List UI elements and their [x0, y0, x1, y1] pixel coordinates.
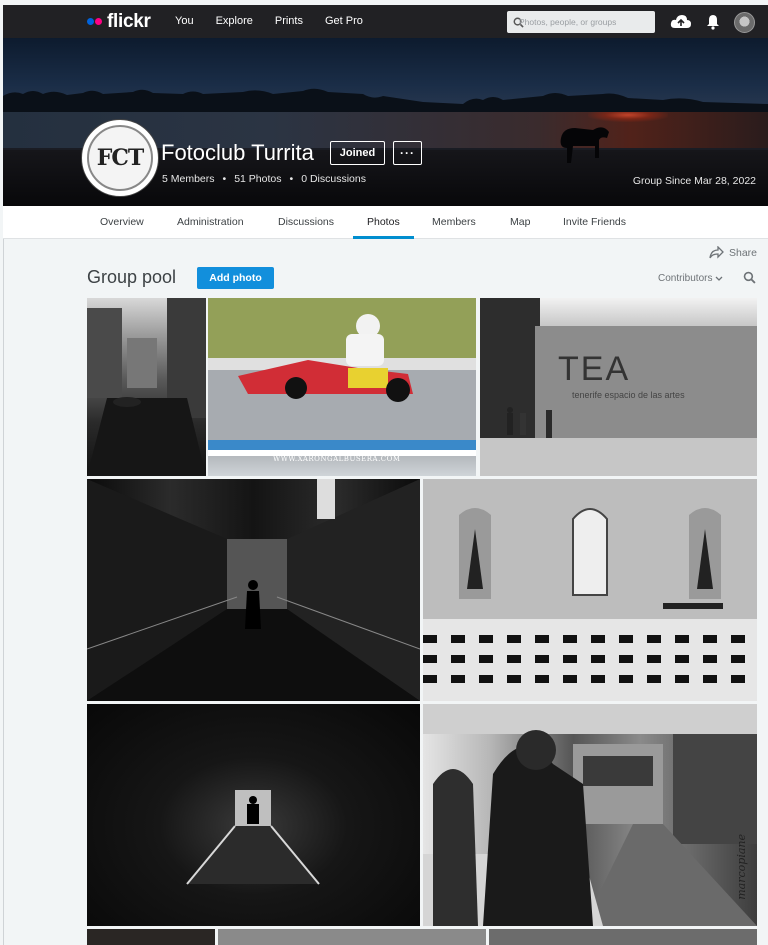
joined-button[interactable]: Joined — [330, 141, 385, 165]
tab-photos[interactable]: Photos — [367, 216, 400, 228]
cover-treeline — [3, 88, 768, 112]
photo-go-kart[interactable]: WWW.XARONGALBUSERA.COM — [208, 298, 476, 476]
tab-map[interactable]: Map — [510, 216, 530, 228]
search-placeholder: Photos, people, or groups — [519, 17, 617, 27]
members-count[interactable]: 5 Members — [162, 173, 215, 185]
upload-cloud-icon[interactable] — [670, 14, 692, 30]
group-avatar-badge: FCT — [87, 125, 153, 191]
nav-links: You Explore Prints Get Pro — [175, 15, 385, 28]
photo-venice-canal-art — [87, 298, 206, 476]
more-options-button[interactable]: ··· — [393, 141, 422, 165]
share-icon — [709, 246, 724, 259]
discussions-count[interactable]: 0 Discussions — [301, 173, 366, 185]
tab-administration[interactable]: Administration — [177, 216, 244, 228]
contributors-label: Contributors — [658, 273, 713, 284]
photo-tunnel-silhouette[interactable] — [87, 704, 420, 926]
chevron-down-icon — [716, 276, 723, 281]
nav-link-prints[interactable]: Prints — [275, 15, 303, 28]
photo-checkered-hall-art — [423, 479, 757, 701]
photo-train-platform[interactable]: marcopiane — [423, 704, 757, 926]
photo-tea-sign: TEA — [558, 350, 631, 388]
stats-separator: • — [289, 173, 294, 185]
group-pool-title: Group pool — [87, 267, 177, 287]
photo-tea-building[interactable]: TEA tenerife espacio de las artes — [480, 298, 757, 476]
photo-partial-1[interactable] — [87, 929, 215, 945]
search-input[interactable]: Photos, people, or groups — [507, 11, 655, 33]
photo-train-platform-art — [423, 704, 757, 926]
user-avatar[interactable] — [734, 12, 755, 33]
contributors-dropdown[interactable]: Contributors — [658, 273, 723, 284]
group-subnav: Overview Administration Discussions Phot… — [3, 206, 768, 239]
photo-partial-2[interactable] — [218, 929, 486, 945]
photo-go-kart-watermark: WWW.XARONGALBUSERA.COM — [273, 455, 401, 463]
cover-horse-silhouette — [560, 127, 609, 163]
group-stats: 5 Members • 51 Photos • 0 Discussions — [162, 173, 366, 185]
notifications-bell-icon[interactable] — [706, 14, 720, 30]
photo-checkered-hall[interactable] — [423, 479, 757, 701]
tab-overview[interactable]: Overview — [100, 216, 144, 228]
nav-link-you[interactable]: You — [175, 15, 194, 28]
photo-partial-3[interactable] — [489, 929, 757, 945]
group-name: Fotoclub Turrita — [161, 140, 314, 165]
photo-dark-corridor-art — [87, 479, 420, 701]
photo-tunnel-silhouette-art — [186, 790, 320, 885]
group-since-date: Group Since Mar 28, 2022 — [632, 175, 756, 187]
group-avatar-text: FCT — [96, 145, 144, 171]
nav-link-explore[interactable]: Explore — [216, 15, 253, 28]
logo-pink-dot — [95, 18, 102, 25]
nav-link-get-pro[interactable]: Get Pro — [325, 15, 363, 28]
pool-search-icon[interactable] — [743, 271, 756, 284]
top-nav: flickr You Explore Prints Get Pro Photos… — [3, 5, 768, 38]
photo-train-watermark: marcopiane — [735, 834, 748, 900]
logo-blue-dot — [87, 18, 94, 25]
share-button[interactable]: Share — [709, 246, 757, 259]
tab-members[interactable]: Members — [432, 216, 476, 228]
photo-dark-corridor[interactable] — [87, 479, 420, 701]
tab-discussions[interactable]: Discussions — [278, 216, 334, 228]
photo-tea-sign-subtitle: tenerife espacio de las artes — [572, 390, 685, 400]
share-label: Share — [729, 246, 758, 259]
stats-separator: • — [222, 173, 227, 185]
photos-count[interactable]: 51 Photos — [234, 173, 281, 185]
group-avatar[interactable]: FCT — [82, 120, 158, 196]
photo-venice-canal[interactable] — [87, 298, 206, 476]
add-photo-button[interactable]: Add photo — [197, 267, 274, 289]
photo-go-kart-art — [208, 298, 476, 456]
active-tab-indicator — [353, 236, 414, 239]
flickr-logo[interactable]: flickr — [87, 12, 151, 31]
logo-text: flickr — [107, 11, 151, 32]
tab-invite-friends[interactable]: Invite Friends — [563, 216, 626, 228]
